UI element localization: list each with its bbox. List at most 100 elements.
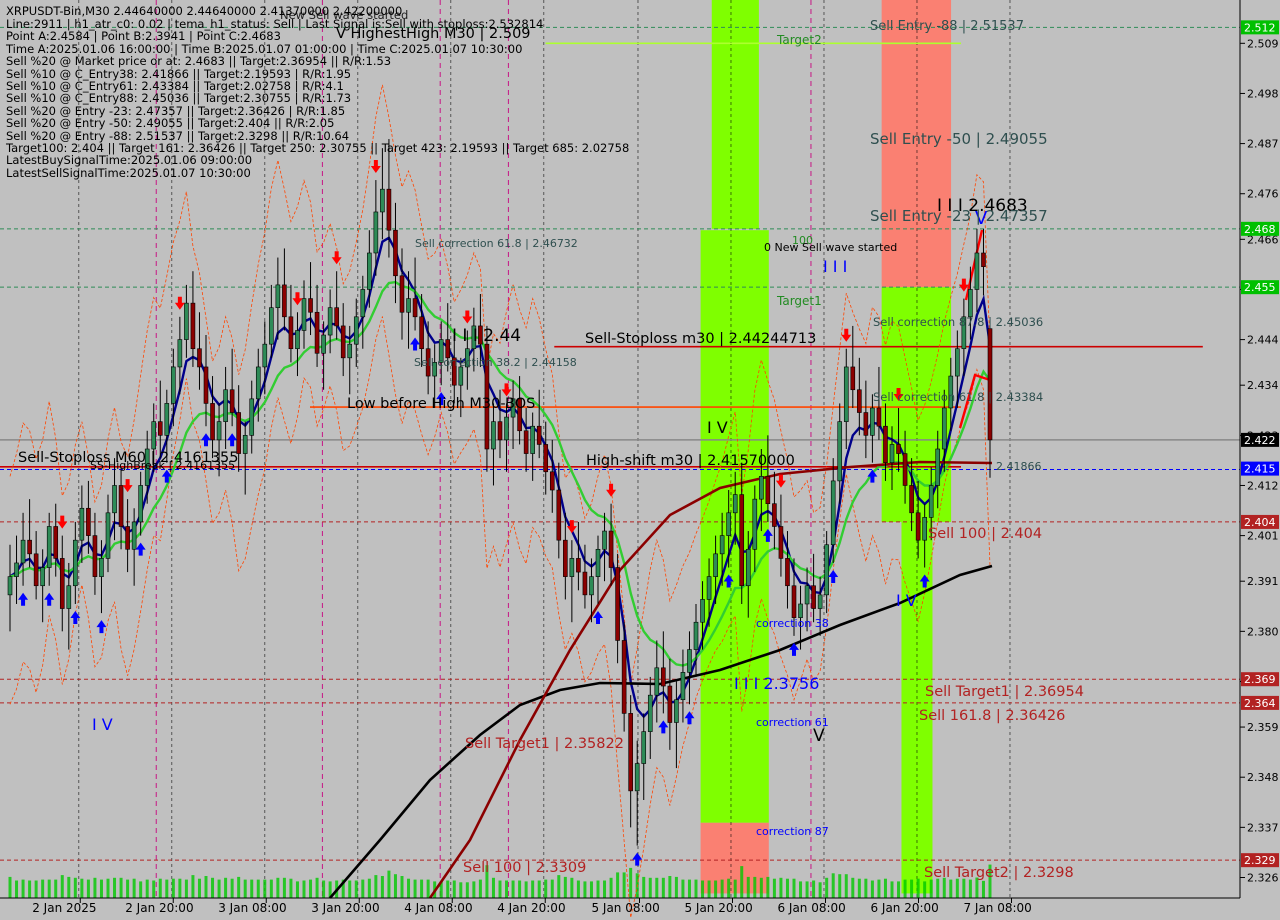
- candle-body: [523, 430, 529, 454]
- volume-bar-30: [204, 876, 208, 898]
- price-tag-7: 2.364: [1241, 695, 1279, 710]
- chart-label-12: I I I 2.44: [452, 326, 521, 346]
- candle-body: [556, 489, 562, 541]
- info-line-1: Point A:2.4584 | Point B:2.3941 | Point …: [6, 29, 281, 44]
- chart-label-6: Sell correction 61.8 | 2.46732: [415, 237, 578, 250]
- chart-label-21: 2.41866: [996, 460, 1042, 473]
- volume-bar-77: [511, 880, 515, 898]
- volume-bar-105: [694, 879, 698, 898]
- volume-bar-92: [609, 877, 613, 898]
- volume-bar-15: [106, 878, 110, 898]
- chart-label-23: I V: [896, 591, 917, 610]
- volume-bar-131: [864, 878, 868, 898]
- candle-body: [667, 685, 673, 723]
- y-tick-label-2: 2.487: [1247, 138, 1279, 151]
- candle-body: [327, 307, 333, 336]
- candle-body: [569, 558, 575, 577]
- volume-bar-23: [158, 878, 162, 898]
- candle-body: [7, 576, 13, 596]
- volume-bar-28: [191, 875, 195, 898]
- candle-body: [14, 562, 19, 577]
- volume-bar-61: [407, 878, 411, 898]
- volume-bar-64: [426, 879, 430, 898]
- candle-body: [197, 348, 202, 368]
- volume-bar-126: [831, 873, 835, 898]
- candle-body: [857, 389, 862, 413]
- candle-body: [974, 252, 980, 290]
- chart-label-30: V: [813, 726, 825, 746]
- candle-body: [242, 435, 248, 454]
- volume-bar-1: [15, 880, 19, 898]
- volume-bar-11: [80, 878, 84, 898]
- candle-body: [772, 503, 777, 527]
- volume-bar-112: [740, 866, 744, 898]
- volume-bar-144: [949, 879, 953, 898]
- volume-bar-123: [812, 880, 816, 898]
- volume-bar-5: [41, 879, 45, 898]
- price-tag-2: 2.455: [1241, 280, 1279, 295]
- volume-bar-56: [374, 875, 378, 898]
- volume-bar-24: [165, 879, 169, 898]
- y-tick-label-1: 2.498: [1247, 87, 1279, 100]
- volume-bar-43: [289, 878, 293, 898]
- x-tick-label-7: 5 Jan 20:00: [684, 901, 752, 915]
- candle-body: [157, 421, 163, 436]
- candle-body: [380, 188, 385, 213]
- candle-body: [301, 298, 307, 331]
- volume-bar-83: [550, 879, 554, 898]
- candle-body: [654, 667, 660, 696]
- volume-bar-117: [772, 878, 776, 898]
- volume-bar-99: [655, 877, 659, 898]
- candle-body: [634, 763, 640, 792]
- candle-body: [360, 289, 366, 318]
- volume-bar-93: [616, 872, 620, 898]
- chart-label-25: I I I 2.3756: [734, 674, 819, 693]
- volume-bar-54: [361, 879, 365, 898]
- volume-bar-52: [348, 880, 352, 898]
- candle-body: [909, 485, 914, 514]
- chart-label-9: I I I: [823, 257, 847, 276]
- candle-body: [706, 576, 712, 600]
- candle-body: [223, 389, 228, 422]
- candle-body: [876, 407, 882, 427]
- volume-bar-122: [805, 881, 809, 898]
- chart-label-33: Sell 100 | 2.3309: [463, 860, 586, 876]
- volume-bar-111: [733, 879, 737, 898]
- candle-body: [20, 539, 26, 564]
- candle-body: [210, 403, 215, 441]
- volume-bar-47: [315, 877, 319, 898]
- volume-bar-85: [563, 876, 567, 898]
- chart-label-17: I V: [707, 418, 728, 437]
- volume-bar-109: [720, 879, 724, 898]
- volume-bar-101: [668, 876, 672, 898]
- candle-body: [249, 398, 255, 436]
- volume-bar-48: [322, 880, 326, 898]
- volume-bar-106: [701, 880, 705, 898]
- volume-bar-127: [838, 874, 842, 898]
- x-tick-label-0: 2 Jan 2025: [32, 901, 96, 915]
- volume-bar-86: [570, 877, 574, 898]
- volume-bar-79: [524, 881, 528, 898]
- volume-bar-7: [54, 879, 58, 898]
- candle-body: [935, 448, 941, 486]
- candle-body: [386, 188, 392, 231]
- volume-bar-141: [929, 879, 933, 898]
- volume-bar-38: [256, 879, 260, 898]
- volume-bar-39: [263, 879, 267, 898]
- candle-body: [269, 307, 274, 345]
- candle-body: [981, 252, 986, 267]
- volume-bar-140: [923, 881, 927, 898]
- candle-body: [504, 416, 509, 441]
- candle-body: [589, 576, 594, 596]
- volume-bar-46: [309, 879, 313, 898]
- candle-body: [778, 526, 784, 559]
- candle-body: [321, 334, 326, 354]
- candle-body: [295, 330, 300, 350]
- candle-body: [928, 485, 934, 518]
- candle-body: [661, 667, 666, 687]
- volume-bar-124: [818, 882, 822, 898]
- x-tick-label-4: 4 Jan 08:00: [404, 901, 472, 915]
- candle-body: [582, 571, 588, 596]
- chart-label-0: Sell Entry -88 | 2.51537: [870, 19, 1024, 34]
- volume-bar-60: [400, 876, 404, 898]
